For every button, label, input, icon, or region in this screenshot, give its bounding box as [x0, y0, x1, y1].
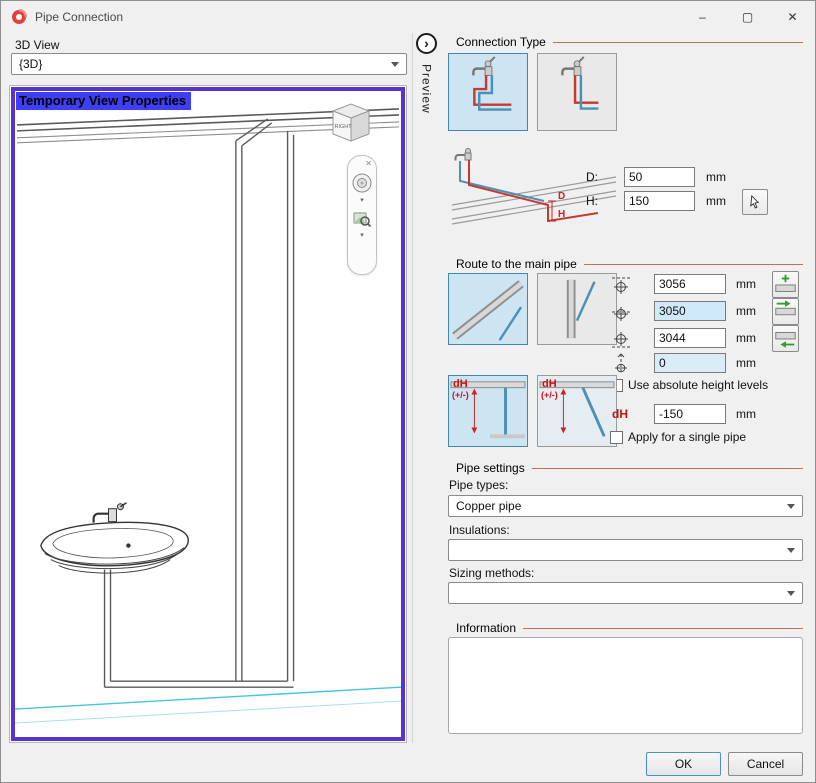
navigation-cube[interactable]: RIGHT — [323, 99, 375, 146]
connect-pipe-bottom-button[interactable] — [772, 325, 799, 352]
dh-thumb-sub-label: (+/-) — [452, 391, 469, 400]
navigation-toolbar: ✕ ▾ ▾ — [347, 155, 377, 275]
header-rule — [523, 628, 803, 629]
h-field-label: H: — [586, 194, 598, 208]
view3d-select[interactable]: {3D} — [11, 53, 407, 75]
route-offset-center-input[interactable] — [654, 301, 726, 321]
chevron-down-icon — [787, 591, 795, 596]
unit-label: mm — [736, 277, 756, 291]
chevron-down-icon — [391, 62, 399, 67]
view3d-label: 3D View — [15, 38, 59, 52]
pipe-settings-title: Pipe settings — [448, 461, 525, 475]
route-header: Route to the main pipe — [448, 257, 803, 271]
expand-preview-button[interactable]: › — [416, 33, 437, 54]
dh-thumb-label: dH — [542, 379, 557, 390]
checkbox-box[interactable] — [610, 431, 623, 444]
information-textbox[interactable] — [448, 637, 803, 734]
app-icon — [11, 9, 27, 25]
dh-thumb-sub-label: (+/-) — [541, 391, 558, 400]
ok-button[interactable]: OK — [646, 752, 721, 776]
route-offset-bottom-input[interactable] — [654, 328, 726, 348]
steering-wheel-menu-icon[interactable]: ▾ — [360, 197, 364, 205]
connect-pipe-middle-button[interactable] — [772, 298, 799, 325]
route-title: Route to the main pipe — [448, 257, 577, 271]
use-absolute-height-checkbox[interactable]: Use absolute height levels — [610, 378, 768, 392]
insulations-select[interactable] — [448, 539, 803, 561]
diagram-h-dim-label: H — [558, 209, 565, 220]
chevron-down-icon — [787, 548, 795, 553]
toolbar-close-icon[interactable]: ✕ — [365, 159, 372, 168]
steering-wheel-icon[interactable] — [351, 172, 373, 197]
connection-type-header: Connection Type — [448, 35, 803, 49]
apply-single-pipe-checkbox[interactable]: Apply for a single pipe — [610, 430, 746, 444]
h-field-input[interactable] — [624, 191, 695, 211]
pipe-connection-window: Pipe Connection – ▢ ✕ 3D View {3D} Tempo… — [0, 0, 816, 783]
checkbox-label: Use absolute height levels — [628, 378, 768, 392]
temporary-view-properties-badge: Temporary View Properties — [16, 92, 191, 110]
pipe-depth-reference-icon — [610, 353, 632, 375]
unit-label: mm — [736, 407, 756, 421]
cursor-arrow-icon — [748, 195, 763, 210]
dh-option-vertical[interactable]: dH (+/-) — [448, 375, 528, 447]
pipe-settings-header: Pipe settings — [448, 461, 803, 475]
zoom-menu-icon[interactable]: ▾ — [360, 232, 364, 240]
viewport-frame: Temporary View Properties — [9, 85, 407, 743]
pipe-types-select[interactable]: Copper pipe — [448, 495, 803, 517]
pipe-top-reference-icon — [610, 274, 632, 296]
sizing-methods-select[interactable] — [448, 582, 803, 604]
connection-type-option-elbow[interactable] — [448, 53, 528, 131]
view3d-selected-value: {3D} — [19, 57, 385, 71]
pipes-and-sink-drawing — [15, 91, 401, 737]
preview-collapsed-panel[interactable]: › Preview — [412, 33, 440, 743]
dh-field-label: dH — [612, 407, 628, 421]
pipe-bottom-reference-icon — [610, 328, 632, 350]
insulations-label: Insulations: — [449, 523, 510, 537]
information-header: Information — [448, 621, 803, 635]
connect-pipe-top-button[interactable] — [772, 271, 799, 298]
cancel-button[interactable]: Cancel — [728, 752, 803, 776]
window-title: Pipe Connection — [35, 10, 123, 24]
viewport-3d-canvas[interactable]: Temporary View Properties — [11, 87, 405, 741]
information-title: Information — [448, 621, 516, 635]
chevron-down-icon — [787, 504, 795, 509]
route-offset-top-input[interactable] — [654, 274, 726, 294]
checkbox-label: Apply for a single pipe — [628, 430, 746, 444]
d-field-label: D: — [586, 170, 598, 184]
route-depth-input[interactable] — [654, 353, 726, 373]
diagram-d-dim-label: D — [558, 191, 565, 202]
dh-thumb-label: dH — [453, 379, 468, 390]
d-unit-label: mm — [706, 170, 726, 184]
dh-option-diagonal[interactable]: dH (+/-) — [537, 375, 617, 447]
pipe-center-reference-icon — [610, 301, 632, 323]
h-unit-label: mm — [706, 194, 726, 208]
header-rule — [532, 468, 803, 469]
preview-panel-label[interactable]: Preview — [420, 64, 434, 114]
dh-field-input[interactable] — [654, 404, 726, 424]
unit-label: mm — [736, 356, 756, 370]
settings-panel: Connection Type — [448, 1, 804, 783]
zoom-region-icon[interactable] — [352, 209, 372, 232]
pick-in-model-button[interactable] — [742, 189, 768, 215]
route-option-vertical[interactable] — [537, 273, 617, 345]
sizing-methods-label: Sizing methods: — [449, 566, 534, 580]
navcube-face-label: RIGHT — [335, 124, 353, 130]
connection-type-title: Connection Type — [448, 35, 546, 49]
pipe-types-value: Copper pipe — [456, 499, 781, 513]
pipe-types-label: Pipe types: — [449, 478, 508, 492]
route-option-diagonal[interactable] — [448, 273, 528, 345]
connection-diagram: D H — [448, 143, 620, 239]
header-rule — [553, 42, 803, 43]
unit-label: mm — [736, 331, 756, 345]
header-rule — [584, 264, 803, 265]
d-field-input[interactable] — [624, 167, 695, 187]
connection-type-option-straight[interactable] — [537, 53, 617, 131]
unit-label: mm — [736, 304, 756, 318]
